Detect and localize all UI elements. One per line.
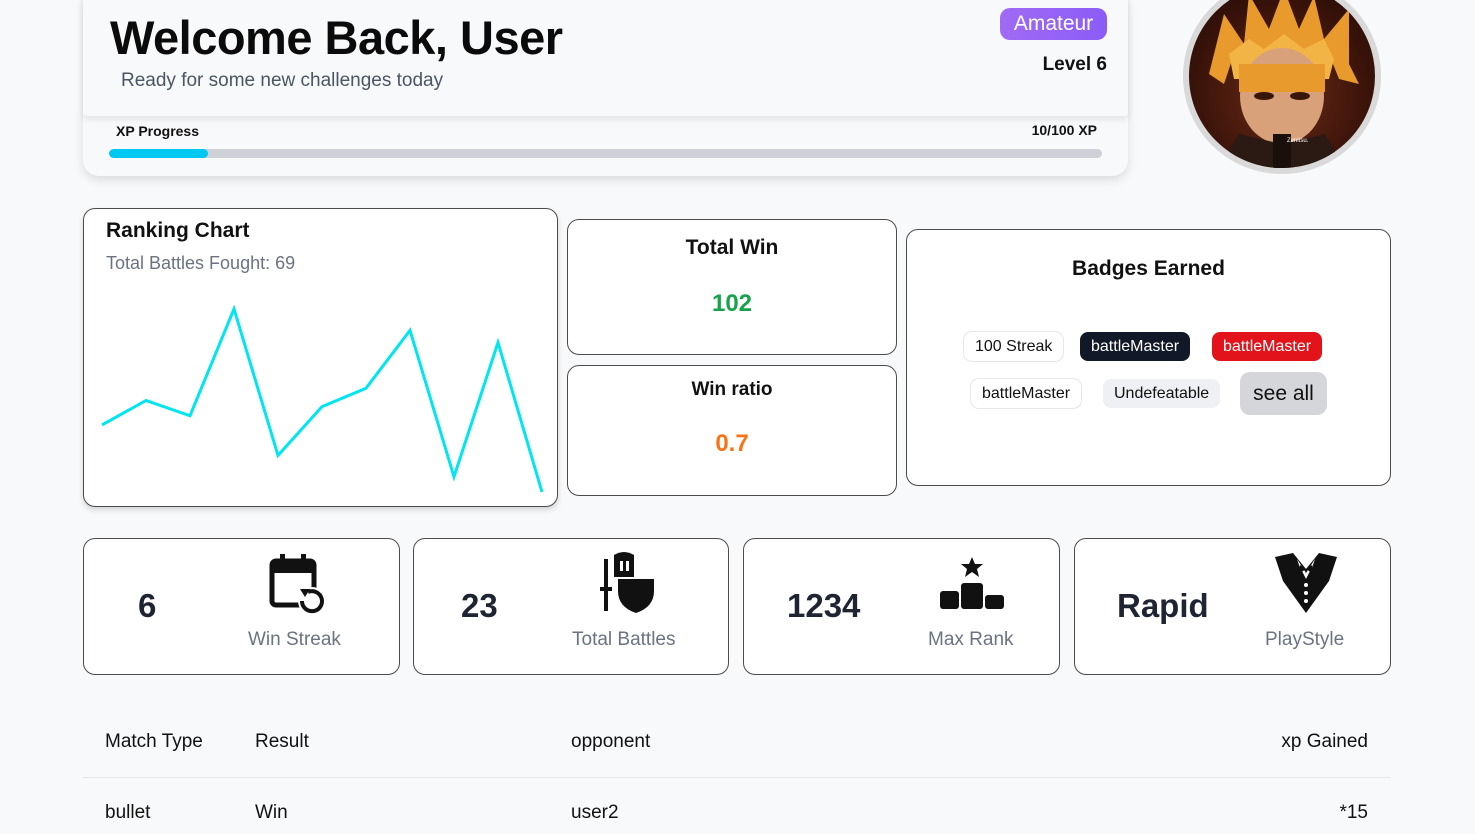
total-battles-label: Total Battles xyxy=(572,629,676,650)
playstyle-value: Rapid xyxy=(1117,587,1209,624)
playstyle-label: PlayStyle xyxy=(1265,629,1345,650)
see-all-badges-button[interactable]: see all xyxy=(1240,372,1327,415)
badge-battlemaster-red[interactable]: battleMaster xyxy=(1212,332,1323,361)
cell-opponent: user2 xyxy=(571,802,619,823)
ranking-series-line xyxy=(101,304,544,493)
max-rank-label: Max Rank xyxy=(928,629,1014,650)
column-header-xp-gained: xp Gained xyxy=(1281,731,1368,752)
column-header-opponent: opponent xyxy=(571,731,651,752)
badge-100-streak[interactable]: 100 Streak xyxy=(964,332,1064,361)
level-label: Level 6 xyxy=(1042,54,1107,75)
column-header-match-type: Match Type xyxy=(105,731,203,752)
total-win-title: Total Win xyxy=(685,236,779,259)
max-rank-value: 1234 xyxy=(787,587,861,624)
badges-card: Badges Earned 100 Streak battleMaster ba… xyxy=(906,229,1391,486)
total-win-value: 102 xyxy=(711,290,753,317)
cell-match-type: bullet xyxy=(105,802,151,823)
badges-title: Badges Earned xyxy=(1072,257,1225,280)
total-win-card: Total Win 102 xyxy=(567,219,897,355)
win-streak-value: 6 xyxy=(138,587,157,624)
cell-xp-gained: *15 xyxy=(1339,802,1368,823)
page-subtitle: Ready for some new challenges today xyxy=(121,70,444,91)
podium-star-icon xyxy=(940,557,1004,609)
badge-battlemaster-dark[interactable]: battleMaster xyxy=(1080,332,1191,361)
avatar-caption: Zenitsu. xyxy=(1287,138,1309,144)
rank-badge: Amateur xyxy=(1000,8,1107,40)
page-title: Welcome Back, User xyxy=(110,11,563,64)
total-battles-value: 23 xyxy=(461,587,498,624)
xp-progress-value: 10/100 XP xyxy=(1031,122,1097,138)
column-header-result: Result xyxy=(255,731,309,752)
avatar-image: Zenitsu. xyxy=(1189,0,1375,168)
badge-undefeatable[interactable]: Undefeatable xyxy=(1103,379,1221,408)
ranking-line-chart xyxy=(101,304,544,493)
tuxedo-icon xyxy=(1275,553,1337,613)
xp-progress-bar xyxy=(109,149,1102,158)
win-streak-label: Win Streak xyxy=(248,629,341,650)
total-battles-card: 23 Total Battles xyxy=(413,538,729,675)
xp-progress-fill xyxy=(109,149,209,158)
welcome-header: Welcome Back, User Ready for some new ch… xyxy=(83,0,1128,116)
calendar-refresh-icon xyxy=(269,554,326,615)
avatar[interactable]: Zenitsu. xyxy=(1183,0,1381,174)
win-ratio-card: Win ratio 0.7 xyxy=(567,365,897,496)
ranking-chart-card: Ranking Chart Total Battles Fought: 69 xyxy=(83,208,558,507)
win-ratio-title: Win ratio xyxy=(691,379,773,400)
badge-battlemaster-light[interactable]: battleMaster xyxy=(971,379,1082,408)
win-ratio-value: 0.7 xyxy=(715,430,749,457)
cell-result: Win xyxy=(255,802,288,823)
table-divider xyxy=(83,777,1390,778)
welcome-card: Welcome Back, User Ready for some new ch… xyxy=(83,0,1128,176)
xp-progress-label: XP Progress xyxy=(116,123,200,139)
avatar-illustration: Zenitsu. xyxy=(1209,0,1359,168)
win-streak-card: 6 Win Streak xyxy=(83,538,400,675)
playstyle-card: Rapid PlayStyle xyxy=(1074,538,1391,675)
knight-shield-icon xyxy=(600,552,654,613)
max-rank-card: 1234 Max Rank xyxy=(743,538,1060,675)
